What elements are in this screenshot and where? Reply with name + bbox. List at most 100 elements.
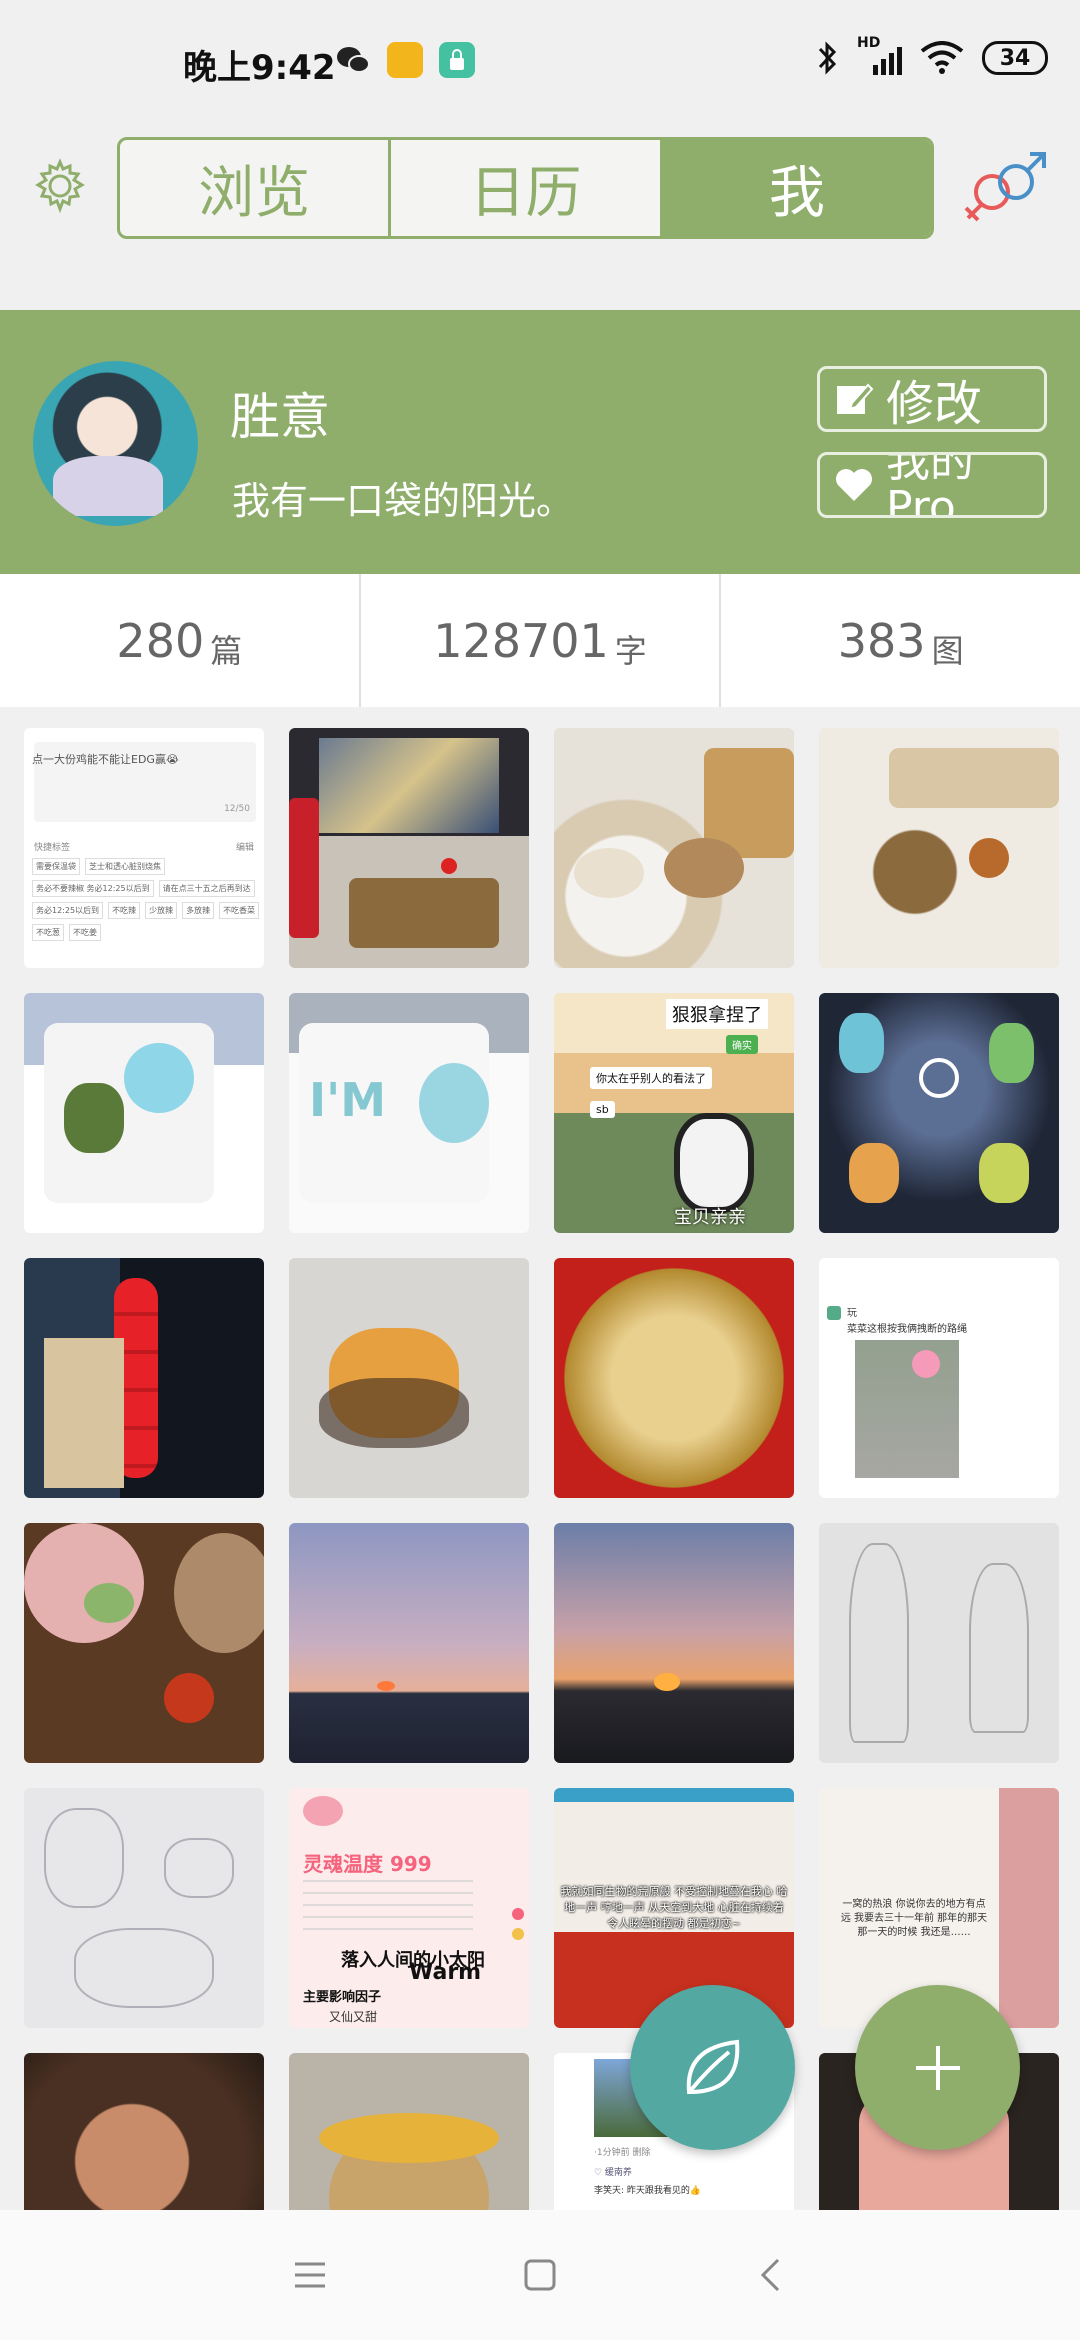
diary-fab-button[interactable] — [630, 1985, 795, 2150]
profile-banner: 胜意 我有一口袋的阳光。 修改 我的Pro — [0, 310, 1080, 574]
t1-edit: 编辑 — [235, 843, 254, 853]
grid-item-1[interactable]: 点一大份鸡能不能让EDG赢😭 点一大份鸡能不能让EDG赢😭 12/50 快捷标签… — [24, 728, 264, 968]
grid-item-18[interactable]: 灵魂温度 999 落入人间的小太阳 Warm 主要影响因子 又仙又甜 — [289, 1788, 529, 2028]
t1-tag: 务必12:25以后到 — [32, 902, 104, 919]
stat-posts[interactable]: 280 篇 — [0, 574, 361, 707]
tab-me[interactable]: 我 — [662, 140, 931, 236]
grid-item-9[interactable] — [24, 1258, 264, 1498]
t7-question: 你太在乎别人的看法了 — [590, 1067, 712, 1089]
gear-icon[interactable] — [32, 158, 88, 214]
t1-tag-list: 需要保温袋 芝士和透心脏别烧焦 务必不要辣椒 务必12:25以后到 请在点三十五… — [32, 858, 260, 941]
heart-icon — [836, 469, 872, 501]
t12-text: 菜菜这根按我俩拽断的路绳 — [847, 1324, 967, 1335]
grid-item-4[interactable] — [819, 728, 1059, 968]
t18-warm: Warm — [409, 1960, 482, 1985]
stat-words[interactable]: 128701 字 — [361, 574, 722, 707]
t12-user: 玩 — [847, 1308, 857, 1319]
grid-item-14[interactable] — [289, 1523, 529, 1763]
leaf-icon — [686, 2039, 739, 2094]
grid-item-11[interactable] — [554, 1258, 794, 1498]
profile-name: 胜意 — [230, 388, 330, 446]
stat-images-value: 383 — [837, 613, 926, 668]
t1-tag: 不吃姜 — [69, 924, 101, 941]
grid-item-15[interactable] — [554, 1523, 794, 1763]
stat-images-unit: 图 — [931, 631, 964, 670]
stat-posts-unit: 篇 — [210, 631, 243, 670]
menu-icon — [295, 2262, 325, 2288]
t20-text: 一窝的热浪 你说你去的地方有点远 我要去三十一年前 那年的那天 那一天的时候 我… — [840, 1899, 988, 1938]
status-bar: 晚上9:42 HD 34 — [0, 0, 1080, 125]
home-nav-button[interactable] — [520, 2255, 560, 2295]
stat-posts-value: 280 — [116, 613, 205, 668]
stats-bar: 280 篇 128701 字 383 图 — [0, 574, 1080, 707]
t7-badge: 确实 — [726, 1035, 758, 1054]
t1-tag: 少放辣 — [145, 902, 178, 919]
lock-app-icon — [439, 42, 475, 78]
avatar[interactable] — [33, 361, 198, 526]
t23-line1: ·1分钟前 删除 — [594, 2148, 651, 2158]
bluetooth-icon — [818, 41, 837, 75]
t18-temp: 灵魂温度 999 — [303, 1852, 432, 1876]
home-icon — [524, 2259, 556, 2291]
t18-factor: 主要影响因子 — [303, 1990, 382, 2005]
wechat-icon — [335, 42, 371, 78]
grid-item-3[interactable] — [554, 728, 794, 968]
t23-line3: 李笑天: 昨天跟我看见的👍 — [594, 2186, 702, 2196]
grid-item-12[interactable]: 玩 菜菜这根按我俩拽断的路绳 — [819, 1258, 1059, 1498]
grid-item-6[interactable]: I'M — [289, 993, 529, 1233]
t1-tag: 需要保温袋 — [32, 858, 80, 875]
gender-icon[interactable] — [962, 150, 1050, 228]
status-time: 晚上9:42 — [183, 48, 336, 88]
edit-icon — [837, 383, 874, 414]
battery-indicator: 34 — [982, 41, 1048, 75]
stat-words-value: 128701 — [433, 613, 609, 668]
stat-images[interactable]: 383 图 — [721, 574, 1080, 707]
t19-text: 我就如同生物的荒原般 不受控制地蔓在我心 哈地一声 哼地一声 从天空到大地 心脏… — [560, 1885, 788, 1930]
grid-item-8[interactable] — [819, 993, 1059, 1233]
grid-item-16[interactable] — [819, 1523, 1059, 1763]
notification-icons — [335, 42, 475, 78]
grid-item-19[interactable]: 我就如同生物的荒原般 不受控制地蔓在我心 哈地一声 哼地一声 从天空到大地 心脏… — [554, 1788, 794, 2028]
t1-tag: 芝士和透心脏别烧焦 — [85, 858, 165, 875]
network-type: HD — [857, 35, 881, 51]
add-button[interactable] — [855, 1985, 1020, 2150]
pro-label: 我的Pro — [886, 452, 974, 518]
plus-icon — [915, 2045, 960, 2090]
back-icon — [760, 2258, 780, 2292]
system-nav-bar — [0, 2210, 1080, 2340]
tab-browse[interactable]: 浏览 — [120, 140, 392, 236]
grid-item-13[interactable] — [24, 1523, 264, 1763]
t7-sb: sb — [590, 1101, 615, 1118]
t1-tag: 不吃葱 — [32, 924, 64, 941]
grid-item-7[interactable]: 狠狠拿捏了 确实 你太在乎别人的看法了 sb 宝贝亲亲 — [554, 993, 794, 1233]
stat-words-unit: 字 — [614, 631, 647, 670]
signal-icon: HD — [857, 35, 902, 75]
edit-profile-button[interactable]: 修改 — [817, 366, 1047, 432]
profile-motto: 我有一口袋的阳光。 — [232, 479, 575, 523]
t1-tag: 不吃辣 — [108, 902, 141, 919]
t1-tag: 不吃香菜 — [219, 902, 260, 919]
edit-label: 修改 — [886, 376, 983, 432]
t1-text-overlay: 点一大份鸡能不能让EDG赢😭 — [32, 753, 179, 766]
t7-top-text: 狠狠拿捏了 — [666, 999, 768, 1029]
grid-item-2[interactable] — [289, 728, 529, 968]
t1-tag: 请在点三十五之后再到达 — [158, 880, 255, 897]
menu-nav-button[interactable] — [290, 2255, 330, 2295]
t18-factor-value: 又仙又甜 — [329, 2010, 378, 2024]
main-tabs: 浏览 日历 我 — [117, 137, 934, 239]
back-nav-button[interactable] — [750, 2255, 790, 2295]
wifi-icon — [920, 41, 964, 74]
my-pro-button[interactable]: 我的Pro — [817, 452, 1047, 518]
grid-item-17[interactable] — [24, 1788, 264, 2028]
t1-tag: 务必不要辣椒 务必12:25以后到 — [32, 880, 154, 897]
grid-item-5[interactable] — [24, 993, 264, 1233]
t1-count: 12/50 — [224, 804, 250, 814]
t7-bottom-text: 宝贝亲亲 — [674, 1207, 746, 1228]
app-notification-icon — [387, 42, 423, 78]
t1-tags-label: 快捷标签 — [34, 843, 71, 853]
system-icons: HD 34 — [817, 35, 1048, 76]
grid-item-10[interactable] — [289, 1258, 529, 1498]
t1-tag: 多放辣 — [182, 902, 215, 919]
t23-line2: ♡ 缓南养 — [594, 2168, 632, 2178]
tab-calendar[interactable]: 日历 — [391, 140, 663, 236]
